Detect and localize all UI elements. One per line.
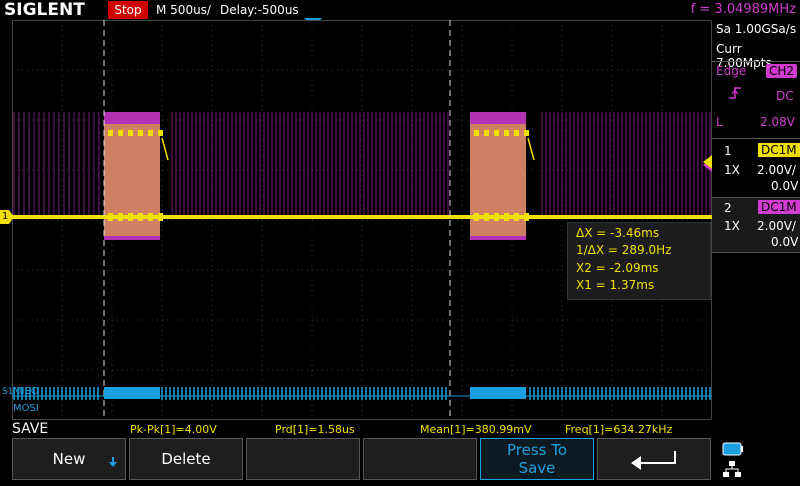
press-to-save-line1: Press To <box>506 441 568 459</box>
new-button-label: New <box>52 450 86 468</box>
trigger-type[interactable]: Edge <box>716 64 746 78</box>
ch2-offset: 0.0V <box>771 235 799 249</box>
network-icon <box>723 461 741 477</box>
cursor-inverse-delta-x: 1/ΔX = 289.0Hz <box>576 243 672 257</box>
empty-softkey-4[interactable] <box>363 438 477 480</box>
delete-button[interactable]: Delete <box>129 438 243 480</box>
ch2-coupling-badge[interactable]: DC1M <box>758 200 800 214</box>
ch2-scale: 2.00V/ <box>757 219 796 233</box>
measure-period: Prd[1]=1.58us <box>275 423 355 436</box>
sample-rate: Sa 1.00GSa/s <box>716 22 797 36</box>
measure-mean: Mean[1]=380.99mV <box>420 423 532 436</box>
battery-icon <box>722 442 743 456</box>
run-stop-indicator[interactable]: Stop <box>108 1 148 19</box>
delete-button-label: Delete <box>161 450 211 468</box>
timebase-readout[interactable]: M 500us/ <box>156 0 211 20</box>
return-arrow-icon <box>631 451 676 470</box>
ch1-coupling-badge[interactable]: DC1M <box>758 143 800 157</box>
empty-softkey-3[interactable] <box>246 438 360 480</box>
trigger-mode[interactable]: L <box>716 115 723 129</box>
ch1-number[interactable]: 1 <box>724 144 732 158</box>
cursor-delta-x: ΔX = -3.46ms <box>576 226 660 240</box>
frequency-counter: f = 3.04989MHz <box>690 2 796 17</box>
press-to-save-line2: Save <box>518 459 556 477</box>
ch1-panel-pointer-icon <box>703 155 712 169</box>
menu-title: SAVE <box>12 421 49 437</box>
arrow-down-icon <box>109 457 117 467</box>
ch1-offset: 0.0V <box>771 179 799 193</box>
decode-marker-label: S1 <box>2 387 14 397</box>
cursor-x2: X2 = -2.09ms <box>576 261 659 275</box>
ch1-probe: 1X <box>724 163 740 177</box>
delay-readout[interactable]: Delay:-500us <box>220 0 299 20</box>
press-to-save-button[interactable]: Press To Save <box>480 438 594 480</box>
trigger-coupling[interactable]: DC <box>776 89 794 103</box>
divider <box>712 61 800 62</box>
ch1-scale: 2.00V/ <box>757 163 796 177</box>
cursor-x1: X1 = 1.37ms <box>576 278 655 292</box>
decode-mosi-label: MOSI <box>13 403 39 414</box>
ch2-probe: 1X <box>724 219 740 233</box>
rising-edge-icon <box>729 87 741 99</box>
measure-pkpk: Pk-Pk[1]=4.00V <box>130 423 217 436</box>
divider <box>712 138 800 139</box>
ch1-marker-label: 1 <box>2 211 9 222</box>
divider <box>712 252 800 253</box>
trigger-source-badge[interactable]: CH2 <box>766 64 798 78</box>
decode-miso-label: MISO <box>13 386 39 397</box>
measure-frequency: Freq[1]=634.27kHz <box>565 423 673 436</box>
waveform-grid[interactable] <box>12 20 712 420</box>
return-button[interactable] <box>597 438 711 480</box>
brand-logo: SIGLENT <box>4 0 85 20</box>
trigger-level[interactable]: 2.08V <box>760 115 795 129</box>
ch2-number[interactable]: 2 <box>724 201 732 215</box>
